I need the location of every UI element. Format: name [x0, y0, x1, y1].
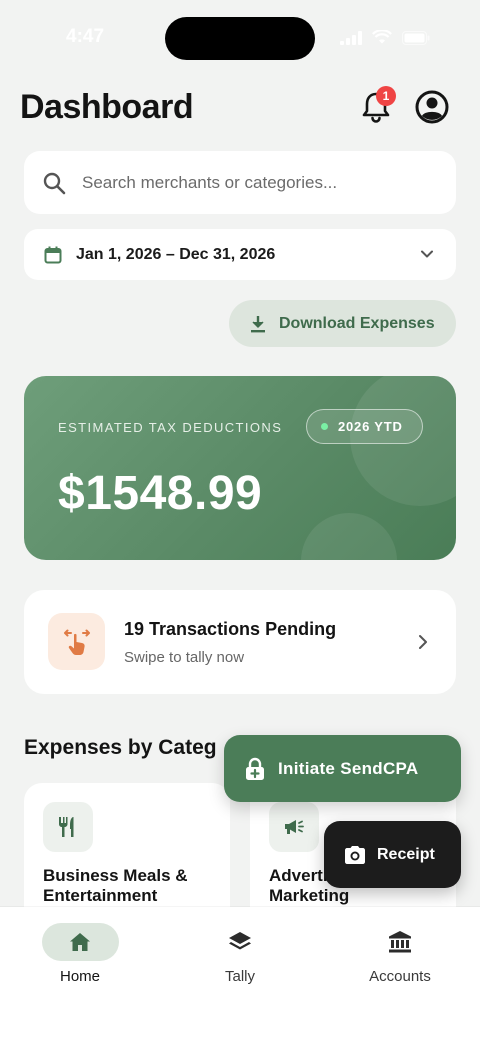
download-expenses-label: Download Expenses	[279, 314, 435, 332]
date-range-label: Jan 1, 2026 – Dec 31, 2026	[76, 245, 276, 263]
tax-deductions-card: ESTIMATED TAX DEDUCTIONS 2026 YTD $1548.…	[24, 376, 456, 560]
expenses-section-title: Expenses by Categ	[24, 736, 217, 759]
nav-item-tally[interactable]: Tally	[180, 923, 300, 985]
receipt-label: Receipt	[377, 845, 435, 863]
swipe-hand-icon	[63, 629, 90, 655]
card-decoration	[301, 513, 397, 560]
nav-item-home[interactable]: Home	[20, 923, 140, 985]
calendar-icon	[44, 246, 62, 263]
wifi-icon	[372, 30, 392, 44]
ytd-badge-label: 2026 YTD	[338, 419, 403, 434]
search-input[interactable]	[82, 172, 412, 193]
pending-subtitle: Swipe to tally now	[124, 649, 245, 666]
signal-icon	[340, 30, 362, 45]
notification-badge: 1	[376, 86, 396, 106]
status-icons	[340, 30, 430, 45]
battery-icon	[402, 30, 430, 45]
date-range-selector[interactable]: Jan 1, 2026 – Dec 31, 2026	[24, 229, 456, 280]
chevron-right-icon	[419, 635, 427, 649]
utensils-icon	[59, 817, 74, 837]
bottom-navigation: Home Tally Accounts	[0, 907, 480, 1043]
dynamic-island	[165, 17, 315, 60]
category-icon-container	[43, 802, 93, 852]
search-icon	[43, 172, 66, 194]
layers-icon	[229, 932, 251, 950]
tax-amount: $1548.99	[58, 467, 263, 520]
megaphone-icon	[285, 820, 304, 834]
tax-card-label: ESTIMATED TAX DEDUCTIONS	[58, 420, 283, 435]
initiate-sendcpa-button[interactable]: Initiate SendCPA	[224, 735, 461, 802]
home-icon	[70, 933, 90, 951]
nav-item-accounts[interactable]: Accounts	[340, 923, 460, 985]
lock-plus-icon	[246, 757, 264, 780]
category-icon-container	[269, 802, 319, 852]
swipe-icon-container	[48, 613, 105, 670]
download-expenses-button[interactable]: Download Expenses	[229, 300, 456, 347]
pending-title: 19 Transactions Pending	[124, 619, 337, 639]
nav-label-home: Home	[59, 968, 100, 985]
receipt-button[interactable]: Receipt	[324, 821, 461, 888]
nav-label-tally: Tally	[224, 968, 255, 985]
nav-label-accounts: Accounts	[369, 968, 431, 985]
ytd-badge: 2026 YTD	[306, 409, 423, 444]
chevron-down-icon	[421, 250, 433, 258]
category-name: Business Meals & Entertainment	[43, 866, 188, 905]
initiate-sendcpa-label: Initiate SendCPA	[278, 758, 419, 778]
profile-icon[interactable]	[415, 90, 449, 124]
camera-icon	[345, 845, 365, 864]
pending-transactions-card[interactable]: 19 Transactions Pending Swipe to tally n…	[24, 590, 456, 694]
status-time: 4:47	[66, 26, 105, 47]
status-dot	[321, 423, 328, 430]
search-bar[interactable]	[24, 151, 456, 214]
nav-active-indicator	[41, 923, 119, 961]
download-icon	[251, 315, 265, 332]
page-title: Dashboard	[20, 88, 194, 126]
bank-icon	[389, 931, 411, 953]
